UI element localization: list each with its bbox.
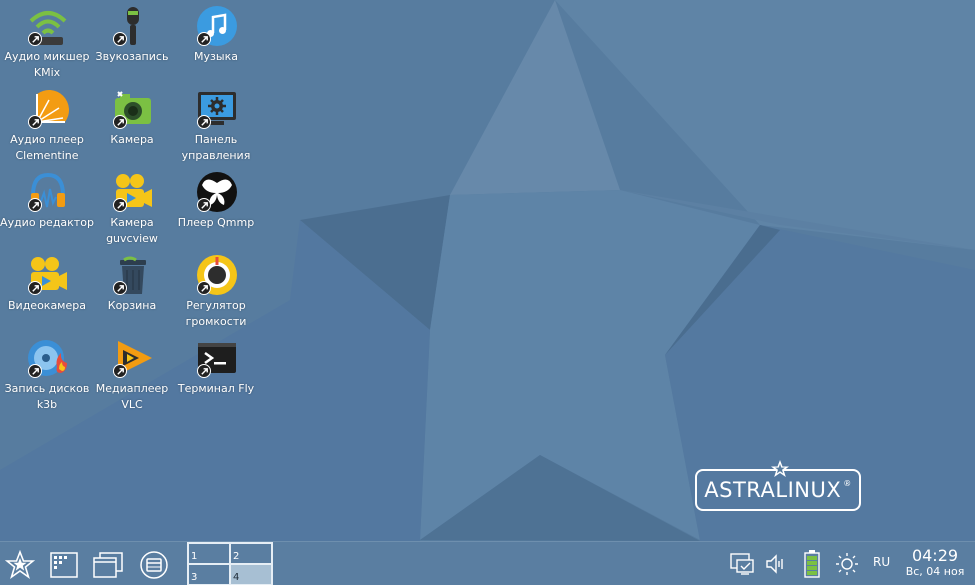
pager-desktop-3[interactable]: 3: [188, 564, 230, 585]
shortcut-arrow-icon: [113, 281, 127, 295]
pager-label: 2: [233, 551, 240, 562]
desktop-icon-k3b[interactable]: Запись дисков k3b: [4, 332, 90, 412]
desktop-icon-label: Звукозапись: [95, 50, 169, 63]
quick-launch-windows[interactable]: [93, 550, 123, 580]
desktop-icon-label: Панель управления: [181, 133, 251, 162]
desktop-icon-label: Корзина: [107, 299, 157, 312]
desktop-icon-label: Медиаплеер VLC: [95, 382, 169, 411]
network-monitor-icon: [730, 553, 754, 575]
clock-time: 04:29: [911, 546, 959, 565]
tray-brightness[interactable]: [834, 550, 860, 578]
desktop-icon-label: Плеер Qmmp: [177, 216, 255, 229]
desktop-icon-volume[interactable]: Регулятор громкости: [173, 249, 259, 329]
speaker-icon: [766, 554, 783, 574]
shortcut-arrow-icon: [28, 198, 42, 212]
desktop[interactable]: Аудио микшер KMix Аудио плеер Clementine…: [0, 0, 975, 541]
quick-launch-file-manager[interactable]: [139, 550, 169, 580]
shortcut-arrow-icon: [197, 198, 211, 212]
desktop-icon-label: Запись дисков k3b: [4, 382, 90, 411]
desktop-icon-music[interactable]: Музыка: [173, 0, 259, 80]
shortcut-arrow-icon: [197, 115, 211, 129]
logo-star-icon: [770, 459, 790, 479]
brightness-icon: [836, 553, 858, 575]
pager-label: 3: [191, 572, 198, 583]
desktop-icon-clementine[interactable]: Аудио плеер Clementine: [4, 83, 90, 163]
desktop-icon-label: Регулятор громкости: [185, 299, 247, 328]
desktop-icon-label: Аудио редактор: [0, 216, 94, 229]
quick-launch-app-grid[interactable]: [49, 550, 79, 580]
tray-network[interactable]: [727, 550, 757, 578]
keyboard-layout-indicator[interactable]: RU: [873, 555, 890, 569]
desktop-icon-label: Музыка: [194, 50, 238, 63]
file-manager-icon: [140, 551, 168, 579]
desktop-icon-vlc[interactable]: Медиаплеер VLC: [89, 332, 175, 412]
taskbar: 1 2 3 4 RU 04:29 Вс, 04 ноя: [0, 541, 975, 585]
desktop-icon-label: Камера guvcview: [106, 216, 158, 245]
pager-desktop-2[interactable]: 2: [230, 543, 272, 564]
shortcut-arrow-icon: [113, 364, 127, 378]
desktop-icon-trash[interactable]: Корзина: [89, 249, 175, 329]
pager-desktop-1[interactable]: 1: [188, 543, 230, 564]
shortcut-arrow-icon: [113, 32, 127, 46]
desktop-icon-label: Терминал Fly: [177, 382, 255, 395]
desktop-icon-guvcview[interactable]: Камера guvcview: [89, 166, 175, 246]
tray-battery[interactable]: [801, 550, 823, 578]
desktop-icon-label: Аудио плеер Clementine: [10, 133, 84, 162]
shortcut-arrow-icon: [113, 115, 127, 129]
desktop-icon-terminal[interactable]: Терминал Fly: [173, 332, 259, 412]
desktop-pager: 1 2 3 4: [187, 542, 273, 585]
shortcut-arrow-icon: [113, 198, 127, 212]
desktop-icon-control-panel[interactable]: Панель управления: [173, 83, 259, 163]
desktop-icon-camera[interactable]: Камера: [89, 83, 175, 163]
astralinux-logo: ASTRALINUX ®: [695, 460, 861, 511]
desktop-icon-label: Камера: [110, 133, 154, 146]
pager-label: 1: [191, 551, 198, 562]
pager-label: 4: [233, 572, 240, 583]
windows-stack-icon: [93, 552, 123, 578]
desktop-icon-qmmp[interactable]: Плеер Qmmp: [173, 166, 259, 246]
clock[interactable]: 04:29 Вс, 04 ноя: [898, 547, 972, 579]
clock-date: Вс, 04 ноя: [905, 565, 965, 578]
star-menu-icon: [5, 550, 35, 579]
shortcut-arrow-icon: [197, 364, 211, 378]
logo-text: ASTRALINUX: [704, 478, 842, 502]
tray-volume[interactable]: [762, 550, 788, 578]
pager-desktop-4[interactable]: 4: [230, 564, 272, 585]
desktop-icon-sound-recorder[interactable]: Звукозапись: [89, 0, 175, 80]
logo-registered-mark: ®: [843, 478, 852, 488]
desktop-icon-audio-editor[interactable]: Аудио редактор: [0, 166, 94, 246]
start-menu-button[interactable]: [5, 550, 35, 580]
battery-icon: [804, 550, 820, 578]
shortcut-arrow-icon: [197, 281, 211, 295]
app-grid-icon: [50, 552, 78, 578]
desktop-icon-label: Видеокамера: [8, 299, 86, 312]
shortcut-arrow-icon: [28, 32, 42, 46]
desktop-icon-kmix[interactable]: Аудио микшер KMix: [4, 0, 90, 80]
shortcut-arrow-icon: [28, 281, 42, 295]
shortcut-arrow-icon: [197, 32, 211, 46]
desktop-icon-label: Аудио микшер KMix: [4, 50, 90, 79]
shortcut-arrow-icon: [28, 115, 42, 129]
shortcut-arrow-icon: [28, 364, 42, 378]
desktop-icon-videocamera[interactable]: Видеокамера: [4, 249, 90, 329]
